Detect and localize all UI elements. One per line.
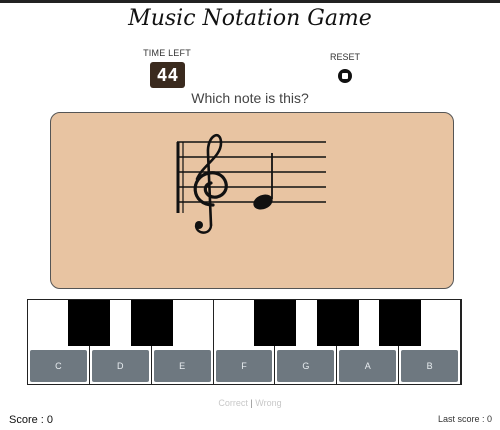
- notation-card: [50, 112, 454, 289]
- key-label-b[interactable]: B: [401, 350, 459, 382]
- piano-keyboard: C D E F G A B: [27, 299, 462, 385]
- black-key-a-sharp[interactable]: [379, 300, 421, 346]
- wrong-label: Wrong: [255, 398, 282, 408]
- reset-label: RESET: [329, 52, 360, 62]
- black-key-d-sharp[interactable]: [131, 300, 173, 346]
- black-key-g-sharp[interactable]: [317, 300, 359, 346]
- feedback-legend: Correct | Wrong: [0, 398, 500, 408]
- last-score-display: Last score : 0: [437, 414, 492, 424]
- score-display: Score : 0: [9, 414, 54, 426]
- black-key-c-sharp[interactable]: [68, 300, 110, 346]
- treble-clef-icon: [193, 133, 228, 234]
- correct-label: Correct: [218, 398, 248, 408]
- black-key-f-sharp[interactable]: [254, 300, 296, 346]
- reset-button[interactable]: [338, 69, 352, 83]
- staff-svg: [176, 133, 326, 234]
- key-label-a[interactable]: A: [339, 350, 397, 382]
- stop-icon: [342, 73, 348, 79]
- quarter-note-icon: [253, 153, 273, 210]
- time-left-label: TIME LEFT: [143, 48, 191, 58]
- key-label-e[interactable]: E: [153, 350, 211, 382]
- staff-lines: [177, 141, 326, 203]
- key-label-g[interactable]: G: [277, 350, 335, 382]
- key-label-d[interactable]: D: [91, 350, 149, 382]
- question-text: Which note is this?: [191, 90, 309, 106]
- key-label-f[interactable]: F: [215, 350, 273, 382]
- timer-display: 44: [150, 62, 185, 88]
- key-label-c[interactable]: C: [30, 350, 87, 382]
- game-title: Music Notation Game: [128, 6, 372, 31]
- feedback-separator: |: [250, 398, 253, 408]
